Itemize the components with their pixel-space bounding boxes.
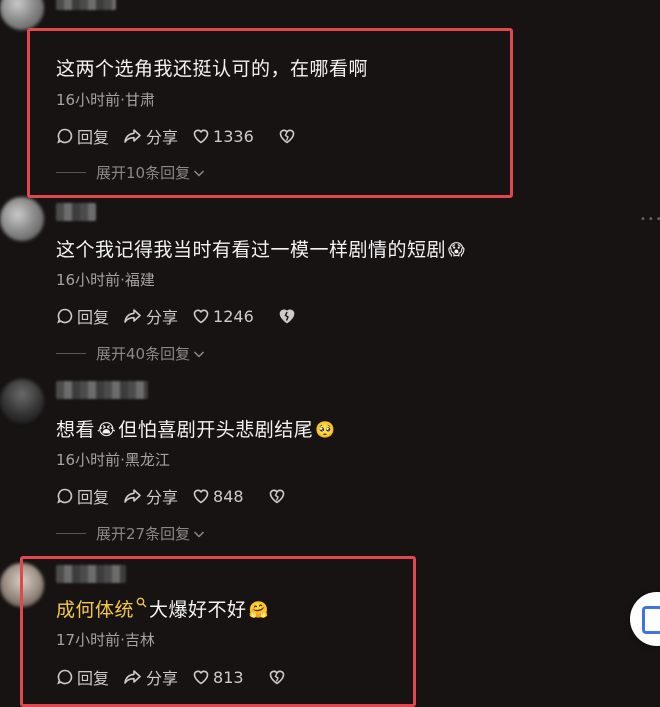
expand-replies-label: 展开10条回复	[96, 164, 191, 182]
username-blurred[interactable]	[56, 203, 96, 221]
reply-label: 回复	[77, 669, 110, 688]
avatar[interactable]	[0, 379, 44, 423]
comment-actions: 回复 分享 848	[56, 484, 303, 508]
floating-edit-button[interactable]	[630, 592, 660, 646]
reply-label: 回复	[77, 488, 110, 507]
like-count: 848	[213, 486, 244, 506]
like-count: 813	[213, 667, 244, 687]
comment-text-body: 大爆好不好	[149, 599, 247, 621]
emoji: 😱	[448, 240, 466, 259]
share-button[interactable]: 分享	[123, 665, 178, 689]
edit-icon	[642, 606, 660, 634]
like-button[interactable]: 813	[192, 668, 244, 687]
comment-icon	[57, 308, 73, 324]
comment-text: 成何体统 大爆好不好 🤗	[56, 595, 271, 622]
expand-replies-button[interactable]: 展开27条回复	[56, 523, 205, 544]
expand-replies-label: 展开27条回复	[96, 525, 191, 543]
comment-meta: 16小时前·甘肃	[56, 91, 155, 109]
reply-button[interactable]: 回复	[56, 304, 109, 328]
comment-meta: 17小时前·吉林	[56, 631, 155, 649]
like-button[interactable]: 1336	[192, 127, 254, 146]
reply-button[interactable]: 回复	[56, 124, 109, 148]
share-button[interactable]: 分享	[123, 124, 178, 148]
comment-actions: 回复 分享 813	[56, 665, 303, 689]
reply-button[interactable]: 回复	[56, 665, 109, 689]
avatar[interactable]	[0, 563, 44, 607]
like-button[interactable]: 1246	[192, 307, 254, 326]
share-button[interactable]: 分享	[123, 484, 178, 508]
heart-icon	[193, 670, 209, 685]
dislike-button[interactable]	[278, 307, 299, 325]
share-label: 分享	[146, 488, 179, 507]
share-icon	[124, 670, 141, 684]
broken-heart-icon	[269, 489, 284, 504]
share-label: 分享	[146, 669, 179, 688]
heart-icon	[193, 489, 209, 504]
heart-icon	[193, 309, 209, 324]
heart-icon	[193, 129, 209, 144]
share-icon	[124, 309, 141, 323]
expand-replies-label: 展开40条回复	[96, 345, 191, 363]
share-icon	[124, 489, 141, 503]
expand-replies-button[interactable]: 展开10条回复	[56, 162, 205, 183]
comment-icon	[57, 128, 73, 144]
like-count: 1336	[213, 126, 254, 146]
reply-button[interactable]: 回复	[56, 484, 109, 508]
reply-label: 回复	[77, 128, 110, 147]
comment-meta: 16小时前·黑龙江	[56, 451, 170, 469]
like-count: 1246	[213, 306, 254, 326]
like-button[interactable]: 848	[192, 487, 244, 506]
dislike-button[interactable]	[278, 127, 299, 145]
comment-icon	[57, 669, 73, 685]
chevron-down-icon	[194, 350, 205, 358]
avatar[interactable]	[0, 0, 44, 30]
comment-text: 想看 😭 但怕喜剧开头悲剧结尾 🥺	[56, 415, 338, 442]
chevron-down-icon	[194, 169, 205, 177]
more-dots: •••	[640, 214, 660, 225]
emoji: 😭	[97, 420, 117, 439]
comment-actions: 回复 分享 1246	[56, 304, 313, 328]
username-blurred[interactable]	[56, 0, 116, 10]
broken-heart-icon	[269, 670, 284, 685]
expand-replies-button[interactable]: 展开40条回复	[56, 343, 205, 364]
share-label: 分享	[146, 308, 179, 327]
share-label: 分享	[146, 128, 179, 147]
author-tag[interactable]: 成何体统	[56, 599, 134, 621]
share-icon	[124, 129, 141, 143]
chevron-down-icon	[194, 530, 205, 538]
comment-text-part: 但怕喜剧开头悲剧结尾	[118, 419, 314, 441]
comment-text-part: 想看	[56, 419, 96, 441]
comment-actions: 回复 分享 1336	[56, 124, 313, 148]
username-blurred[interactable]	[56, 381, 148, 399]
divider	[56, 172, 86, 173]
reply-label: 回复	[77, 308, 110, 327]
username-blurred[interactable]	[56, 565, 126, 583]
divider	[56, 353, 86, 354]
share-button[interactable]: 分享	[123, 304, 178, 328]
dislike-button[interactable]	[268, 668, 289, 686]
emoji: 🥺	[315, 420, 336, 439]
divider	[56, 533, 86, 534]
search-icon[interactable]	[136, 597, 147, 608]
comment-text-body: 这个我记得我当时有看过一模一样剧情的短剧	[56, 239, 447, 261]
broken-heart-icon	[279, 129, 295, 144]
emoji: 🤗	[248, 600, 269, 619]
dislike-button[interactable]	[268, 487, 289, 505]
comment-text: 这两个选角我还挺认可的，在哪看啊	[56, 58, 369, 80]
comment-icon	[57, 488, 73, 504]
comment-meta: 16小时前·福建	[56, 271, 155, 289]
comment-text: 这个我记得我当时有看过一模一样剧情的短剧 😱	[56, 235, 467, 262]
avatar[interactable]	[0, 197, 44, 241]
broken-heart-icon	[279, 309, 295, 324]
